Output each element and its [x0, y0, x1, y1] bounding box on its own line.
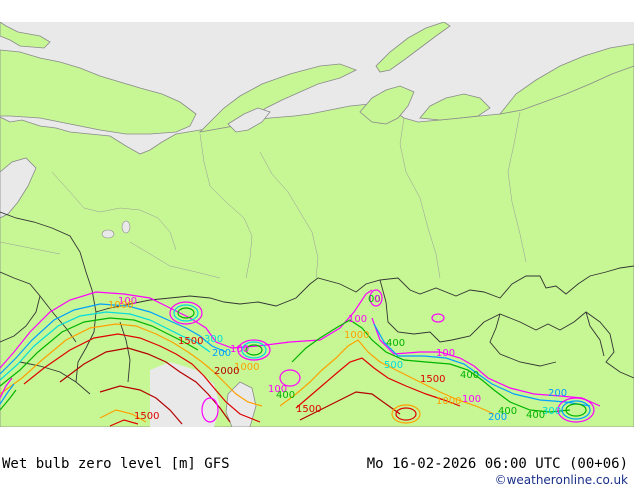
map-footer: Wet bulb zero level [m] GFS Mo 16-02-202… [0, 427, 634, 490]
top-margin [0, 0, 634, 22]
contour-label: 1500 [178, 336, 203, 347]
contour-label: 400 [498, 406, 517, 417]
contour-label: 1500 [296, 404, 321, 415]
contour-label: 200 [548, 388, 567, 399]
contour-label: 400 [386, 338, 405, 349]
contour-label: 400 [526, 410, 545, 421]
contour-label: 500 [384, 360, 403, 371]
contour-label: 100 [230, 344, 249, 355]
valid-time: Mo 16-02-2026 06:00 UTC (00+06) [366, 456, 628, 472]
contour-label: 200 [212, 348, 231, 359]
contour-label: 400 [276, 390, 295, 401]
contour-label: 0 [374, 294, 380, 305]
contour-label: 1000 [436, 396, 461, 407]
contour-label: 1500 [134, 411, 159, 422]
lake-ladoga [101, 229, 115, 239]
contour-label: 1000 [108, 300, 133, 311]
map-canvas: 100100 1001001001002002002003003004004004… [0, 22, 634, 427]
weather-map[interactable]: 100 100 100 100 100 100 200 200 200 300 300 400 400 4… [0, 22, 634, 427]
contour-label: 1500 [420, 374, 445, 385]
contour-label: 400 [460, 370, 479, 381]
contour-label: 100 [348, 314, 367, 325]
contour-label: 1000 [344, 330, 369, 341]
contour-label: 100 [436, 348, 455, 359]
contour-label: 100 [462, 394, 481, 405]
contour-label: 300 [204, 334, 223, 345]
product-title: Wet bulb zero level [m] GFS [2, 456, 230, 472]
contour-label: 2000 [214, 366, 239, 377]
credit-link[interactable]: ©weatheronline.co.uk [495, 473, 628, 487]
lake-onega [121, 220, 131, 234]
